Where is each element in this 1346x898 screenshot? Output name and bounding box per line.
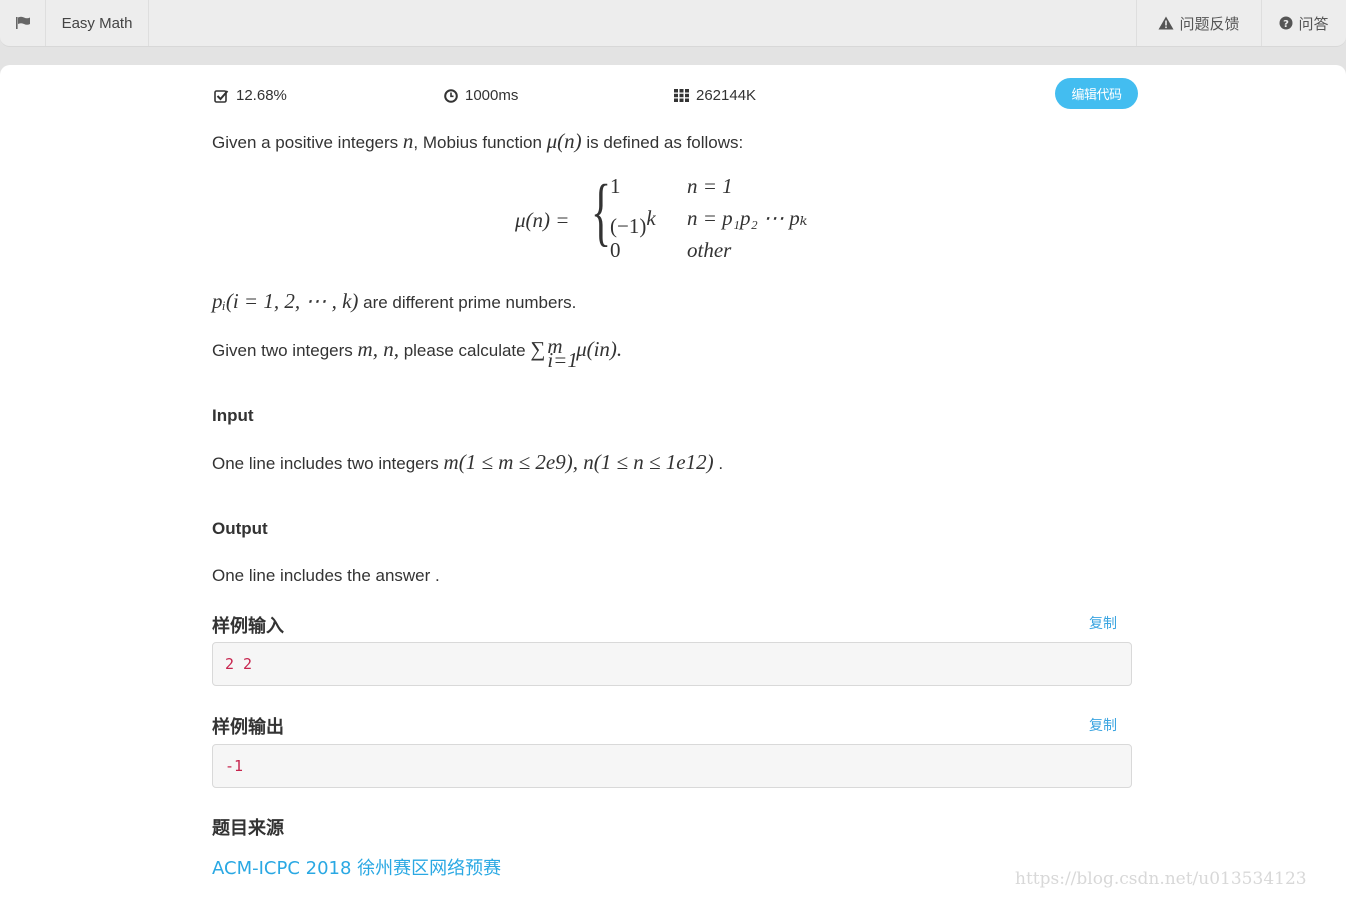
warning-icon: [1158, 16, 1174, 30]
flag-icon: [15, 16, 30, 29]
description-line-1: Given a positive integers n, Mobius func…: [212, 129, 744, 153]
question-circle-icon: ?: [1279, 16, 1293, 30]
description-line-2: pᵢ(i = 1, 2, ⋯ , k) are different prime …: [212, 289, 577, 313]
problem-panel: 12.68% 1000ms 262144K 编辑代码 Given a posit…: [0, 65, 1346, 898]
sample-output-box[interactable]: -1: [212, 744, 1132, 788]
mobius-formula: μ(n) = { 1 n = 1 (−1)k n = p₁p₂ ⋯ pₖ 0 o…: [515, 170, 808, 262]
output-description: One line includes the answer .: [212, 566, 440, 585]
input-description: One line includes two integers m(1 ≤ m ≤…: [212, 450, 724, 474]
memory-limit: 262144K: [674, 87, 756, 104]
clock-icon: [444, 88, 458, 103]
output-heading: Output: [212, 519, 268, 538]
formula-case: (−1)k n = p₁p₂ ⋯ pₖ: [610, 206, 808, 238]
formula-case: 1 n = 1: [610, 174, 733, 198]
pass-rate: 12.68%: [214, 87, 287, 104]
flag-button[interactable]: [0, 0, 46, 46]
watermark: https://blog.csdn.net/u013534123: [1015, 869, 1307, 889]
qa-button[interactable]: ? 问答: [1261, 0, 1346, 46]
grid-icon: [674, 89, 689, 102]
problem-title: Easy Math: [46, 0, 149, 46]
left-brace: {: [591, 170, 612, 254]
formula-case: 0 other: [610, 238, 732, 262]
time-limit: 1000ms: [444, 87, 518, 104]
sample-input-box[interactable]: 2 2: [212, 642, 1132, 686]
source-heading: 题目来源: [212, 818, 284, 839]
svg-text:?: ?: [1284, 19, 1290, 30]
qa-label: 问答: [1298, 14, 1329, 33]
top-navbar: Easy Math 问题反馈 ? 问答: [0, 0, 1346, 47]
check-square-icon: [214, 89, 229, 103]
description-line-3: Given two integers m, n, please calculat…: [212, 333, 623, 372]
copy-sample-input-button[interactable]: 复制: [1089, 613, 1117, 633]
problem-stats: 12.68% 1000ms 262144K: [0, 87, 1346, 107]
input-heading: Input: [212, 406, 254, 425]
feedback-button[interactable]: 问题反馈: [1136, 0, 1261, 46]
source-link[interactable]: ACM-ICPC 2018 徐州赛区网络预赛: [212, 854, 501, 880]
sample-output-heading: 样例输出: [212, 717, 284, 738]
copy-sample-output-button[interactable]: 复制: [1089, 715, 1117, 735]
edit-code-button[interactable]: 编辑代码: [1055, 78, 1138, 109]
sample-input-heading: 样例输入: [212, 616, 284, 637]
feedback-label: 问题反馈: [1179, 14, 1240, 33]
